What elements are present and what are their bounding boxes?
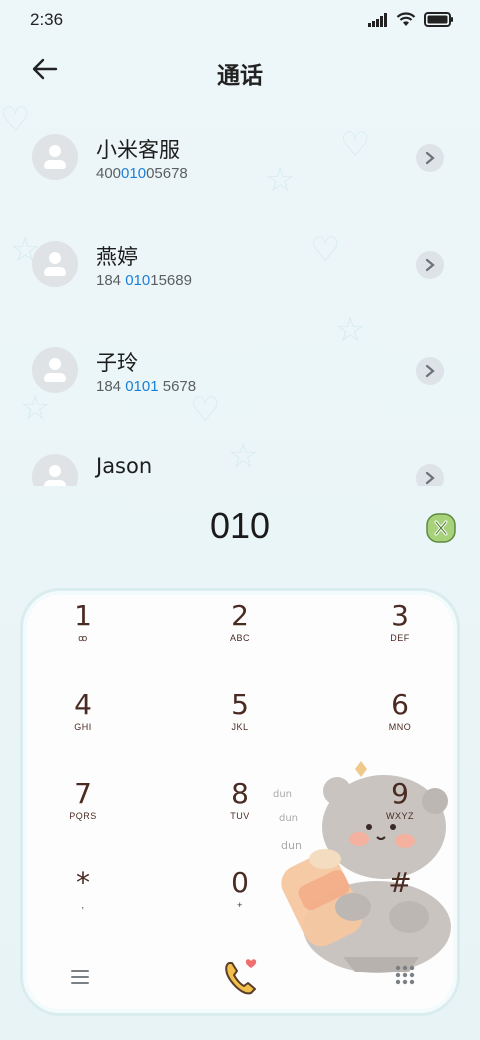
avatar xyxy=(32,134,78,180)
contact-item[interactable]: Jason xyxy=(0,430,480,486)
key-letters: WXYZ xyxy=(386,811,414,821)
contact-detail-button[interactable] xyxy=(416,250,444,279)
key-letters: PQRS xyxy=(69,811,97,821)
key-letters: GHI xyxy=(74,722,92,732)
key-digit: 2 xyxy=(231,599,249,632)
key-letters: DEF xyxy=(390,633,410,643)
contact-name: Jason xyxy=(96,453,153,478)
key-letters: , xyxy=(81,900,85,910)
key-digit: 4 xyxy=(74,688,92,721)
chevron-right-icon xyxy=(425,364,435,378)
contact-detail-button[interactable] xyxy=(416,357,444,385)
contact-detail-button[interactable] xyxy=(416,144,444,172)
chevron-right-icon xyxy=(425,151,435,165)
key-letters: TUV xyxy=(230,811,250,821)
key-letters: JKL xyxy=(231,722,249,732)
key-star[interactable]: * , xyxy=(23,866,143,946)
contact-number: 40001005678 xyxy=(96,165,188,182)
contact-number: 184 01015689 xyxy=(96,271,192,289)
signal-icon xyxy=(368,12,387,27)
key-digit: 8 xyxy=(231,777,249,810)
contact-number: 184 0101 5678 xyxy=(96,378,197,395)
key-3[interactable]: 3 DEF xyxy=(340,599,457,679)
contact-item[interactable]: 小米客服 40001005678 xyxy=(0,110,480,217)
wifi-icon xyxy=(396,12,416,26)
battery-icon xyxy=(424,12,453,27)
page-title: 通话 xyxy=(217,63,263,89)
contact-name: 燕婷 xyxy=(96,244,138,269)
dialed-number: 010 xyxy=(209,505,271,546)
avatar xyxy=(32,347,78,393)
key-4[interactable]: 4 GHI xyxy=(23,688,143,768)
chevron-right-icon xyxy=(425,258,435,271)
key-digit: * xyxy=(76,866,90,899)
key-digit: # xyxy=(388,866,412,899)
key-5[interactable]: 5 JKL xyxy=(180,688,300,768)
dialer-screen: ♡ ☆ ♡ ☆ ♡ ☆ ☆ ♡ ☆ 2:36 通话 小米客服 400010056… xyxy=(0,0,480,1040)
header: 通话 xyxy=(0,44,480,96)
contact-name: 小米客服 xyxy=(96,138,180,162)
key-digit: 7 xyxy=(74,777,92,810)
key-letters: MNO xyxy=(388,722,412,732)
key-9[interactable]: 9 WXYZ xyxy=(340,777,457,857)
avatar xyxy=(32,240,78,287)
delete-digit-icon[interactable] xyxy=(425,512,457,544)
key-7[interactable]: 7 PQRS xyxy=(23,777,143,857)
key-digit: 3 xyxy=(391,599,409,632)
contact-name: 子玲 xyxy=(96,351,138,375)
key-digit: 9 xyxy=(391,777,409,810)
contact-item[interactable]: 子玲 184 0101 5678 xyxy=(0,323,480,430)
status-bar: 2:36 xyxy=(0,0,480,40)
key-1[interactable]: 1 ꝏ xyxy=(23,599,143,679)
key-digit: 1 xyxy=(74,599,92,632)
avatar xyxy=(32,453,78,486)
menu-icon[interactable] xyxy=(71,969,89,985)
key-0[interactable]: 0 + xyxy=(180,866,300,946)
key-letters: ABC xyxy=(229,633,250,643)
key-6[interactable]: 6 MNO xyxy=(340,688,457,768)
key-digit: 6 xyxy=(391,688,409,721)
key-letters: + xyxy=(237,900,243,910)
voicemail-icon: ꝏ xyxy=(78,633,88,643)
call-button[interactable] xyxy=(221,955,265,999)
keypad-toggle-icon[interactable] xyxy=(395,965,415,985)
key-digit: 5 xyxy=(231,688,249,721)
key-digit: 0 xyxy=(231,866,249,899)
contact-list: 小米客服 40001005678 燕婷 184 01015689 子玲 184 … xyxy=(0,110,480,486)
key-8[interactable]: 8 TUV xyxy=(180,777,300,857)
contact-detail-button[interactable] xyxy=(416,463,444,486)
key-hash[interactable]: # xyxy=(340,866,457,946)
status-icons xyxy=(368,12,454,27)
key-2[interactable]: 2 ABC xyxy=(180,599,300,679)
contact-item[interactable]: 燕婷 184 01015689 xyxy=(0,217,480,324)
chevron-right-icon xyxy=(425,471,435,484)
dial-pad: 1 ꝏ 2 ABC 3 DEF 4 GHI 5 JKL 6 MNO dun du… xyxy=(20,588,460,1016)
status-time: 2:36 xyxy=(30,10,64,29)
